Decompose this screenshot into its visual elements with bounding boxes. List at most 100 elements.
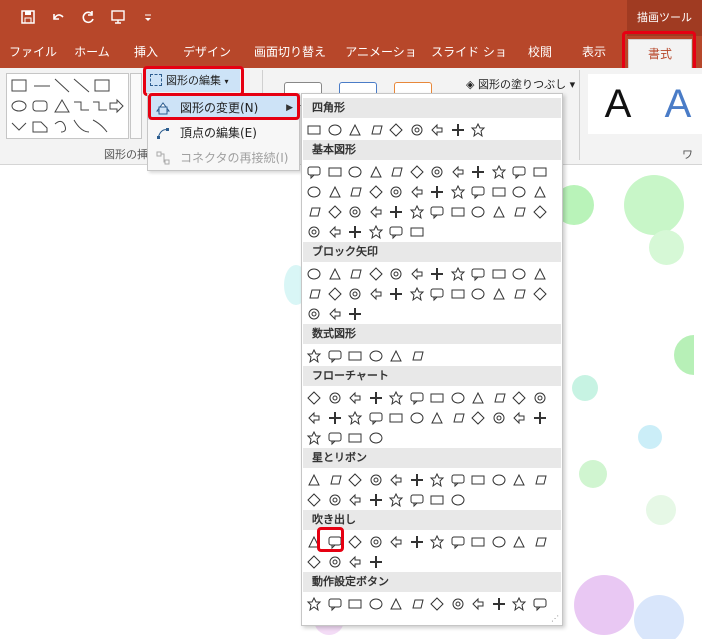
shape-option[interactable] [450, 596, 466, 612]
shape-option[interactable] [450, 410, 466, 426]
shape-option[interactable] [347, 164, 363, 180]
shape-option[interactable] [306, 410, 322, 426]
shape-option[interactable] [409, 390, 425, 406]
shape-option[interactable] [368, 122, 384, 138]
shape-option[interactable] [450, 390, 466, 406]
shape-option[interactable] [368, 410, 384, 426]
redo-icon[interactable] [80, 9, 96, 25]
shape-option[interactable] [327, 390, 343, 406]
shape-option[interactable] [327, 224, 343, 240]
shape-option[interactable] [450, 472, 466, 488]
shape-option[interactable] [511, 266, 527, 282]
shape-option[interactable] [409, 410, 425, 426]
tab-home[interactable]: ホーム [66, 36, 118, 68]
shape-option[interactable] [429, 596, 445, 612]
shape-option[interactable] [306, 164, 322, 180]
shape-option[interactable] [470, 204, 486, 220]
shape-option[interactable] [368, 164, 384, 180]
shape-option[interactable] [491, 410, 507, 426]
shape-option[interactable] [491, 266, 507, 282]
shape-option[interactable] [532, 184, 548, 200]
shape-option[interactable] [511, 184, 527, 200]
shape-option[interactable] [409, 348, 425, 364]
shape-option[interactable] [491, 184, 507, 200]
shape-option[interactable] [470, 164, 486, 180]
shape-option[interactable] [388, 596, 404, 612]
shape-option[interactable] [327, 596, 343, 612]
gallery-scroll[interactable] [130, 73, 142, 139]
wordart-sample-blue[interactable]: A [648, 74, 702, 134]
shape-option[interactable] [327, 430, 343, 446]
shape-option[interactable] [409, 204, 425, 220]
shape-option[interactable] [306, 224, 322, 240]
tab-animations[interactable]: アニメーション [340, 36, 422, 91]
shape-option[interactable] [347, 184, 363, 200]
shape-option[interactable] [368, 286, 384, 302]
tab-view[interactable]: 表示 [568, 36, 620, 68]
shape-option[interactable] [429, 390, 445, 406]
shape-option[interactable] [347, 430, 363, 446]
shape-option[interactable] [532, 596, 548, 612]
shape-option[interactable] [368, 596, 384, 612]
resize-grip-icon[interactable]: ⋰ [551, 614, 559, 623]
customize-icon[interactable] [140, 9, 156, 25]
shape-option[interactable] [429, 534, 445, 550]
shape-option[interactable] [368, 266, 384, 282]
shape-option[interactable] [470, 596, 486, 612]
shape-option[interactable] [368, 204, 384, 220]
shape-option[interactable] [347, 306, 363, 322]
shape-option[interactable] [491, 390, 507, 406]
shape-option[interactable] [368, 390, 384, 406]
wordart-sample-black[interactable]: A [588, 74, 648, 134]
shape-option[interactable] [511, 286, 527, 302]
shape-option[interactable] [450, 122, 466, 138]
shape-option[interactable] [347, 204, 363, 220]
shape-option[interactable] [388, 286, 404, 302]
shape-option[interactable] [347, 492, 363, 508]
shape-option[interactable] [511, 390, 527, 406]
shape-option[interactable] [429, 266, 445, 282]
shape-option[interactable] [450, 204, 466, 220]
shape-option[interactable] [450, 164, 466, 180]
shape-option[interactable] [306, 430, 322, 446]
shape-option[interactable] [388, 266, 404, 282]
shape-option[interactable] [409, 472, 425, 488]
shape-option[interactable] [532, 472, 548, 488]
shape-option[interactable] [388, 472, 404, 488]
shape-option[interactable] [347, 410, 363, 426]
shape-option[interactable] [429, 164, 445, 180]
tab-design[interactable]: デザイン [174, 36, 240, 68]
shape-option[interactable] [429, 492, 445, 508]
shape-option[interactable] [429, 122, 445, 138]
shape-option[interactable] [347, 286, 363, 302]
shape-option[interactable] [388, 534, 404, 550]
shape-option[interactable] [306, 286, 322, 302]
shape-option[interactable] [532, 266, 548, 282]
shape-option[interactable] [491, 286, 507, 302]
tab-file[interactable]: ファイル [4, 36, 62, 68]
shape-option[interactable] [388, 390, 404, 406]
save-icon[interactable] [20, 9, 36, 25]
shape-option[interactable] [470, 266, 486, 282]
shape-option[interactable] [327, 286, 343, 302]
shape-option[interactable] [347, 534, 363, 550]
shape-option[interactable] [327, 554, 343, 570]
tab-slideshow[interactable]: スライド ショー [426, 36, 512, 91]
present-icon[interactable] [110, 9, 126, 25]
shape-option[interactable] [306, 204, 322, 220]
shape-option[interactable] [409, 596, 425, 612]
shape-option[interactable] [327, 348, 343, 364]
shape-option[interactable] [347, 472, 363, 488]
shape-option[interactable] [450, 492, 466, 508]
shape-option[interactable] [327, 306, 343, 322]
shape-option[interactable] [347, 390, 363, 406]
shape-option[interactable] [368, 554, 384, 570]
menu-item-edit-points[interactable]: 頂点の編集(E) [148, 121, 299, 145]
shape-option[interactable] [470, 410, 486, 426]
shape-option[interactable] [388, 224, 404, 240]
shape-option[interactable] [470, 286, 486, 302]
shape-option[interactable] [450, 184, 466, 200]
shape-option[interactable] [368, 348, 384, 364]
shape-option[interactable] [429, 286, 445, 302]
shape-option[interactable] [491, 204, 507, 220]
